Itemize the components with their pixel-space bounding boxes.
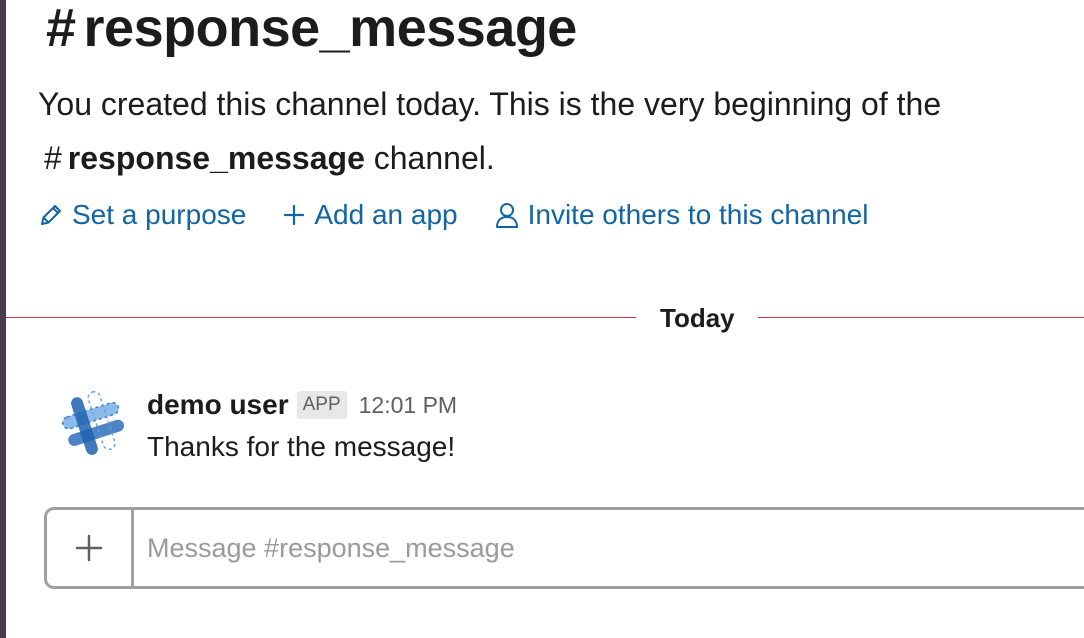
slack-app-logo-icon bbox=[61, 390, 125, 455]
add-app-link[interactable]: Add an app bbox=[282, 199, 458, 231]
channel-hash: # bbox=[46, 0, 76, 58]
intro-channel-name: response_message bbox=[67, 140, 365, 176]
message-item: demo user APP 12:01 PM Thanks for the me… bbox=[58, 383, 1058, 473]
channel-title: # response_message bbox=[46, 0, 577, 58]
invite-others-link[interactable]: Invite others to this channel bbox=[494, 199, 869, 231]
date-divider: Today bbox=[6, 300, 1084, 336]
invite-others-label: Invite others to this channel bbox=[527, 199, 869, 230]
message-username[interactable]: demo user bbox=[147, 389, 289, 421]
set-purpose-link[interactable]: Set a purpose bbox=[38, 199, 246, 231]
set-purpose-label: Set a purpose bbox=[72, 199, 247, 230]
add-app-label: Add an app bbox=[314, 199, 458, 230]
intro-text-after: channel. bbox=[373, 140, 495, 176]
channel-name: response_message bbox=[83, 0, 578, 58]
avatar[interactable] bbox=[58, 387, 130, 459]
message-text: Thanks for the message! bbox=[147, 431, 456, 462]
add-attachment-button[interactable] bbox=[47, 510, 134, 586]
message-composer bbox=[44, 507, 1084, 589]
intro-text: You created this channel today. This is … bbox=[38, 86, 942, 122]
plus-icon bbox=[75, 534, 103, 562]
date-divider-label[interactable]: Today bbox=[660, 300, 735, 336]
intro-hash: # bbox=[44, 140, 62, 176]
pencil-icon bbox=[41, 205, 61, 225]
message-input[interactable] bbox=[147, 510, 1084, 586]
channel-actions: Set a purpose Add an app Invite others t… bbox=[38, 196, 904, 234]
divider-line-right bbox=[758, 317, 1084, 318]
divider-line-left bbox=[6, 317, 636, 318]
channel-intro: You created this channel today. This is … bbox=[38, 77, 1068, 185]
plus-icon bbox=[284, 204, 305, 226]
person-icon bbox=[495, 203, 518, 228]
app-badge: APP bbox=[296, 391, 347, 419]
message-header: demo user APP 12:01 PM bbox=[147, 385, 457, 425]
message-timestamp[interactable]: 12:01 PM bbox=[359, 392, 457, 419]
